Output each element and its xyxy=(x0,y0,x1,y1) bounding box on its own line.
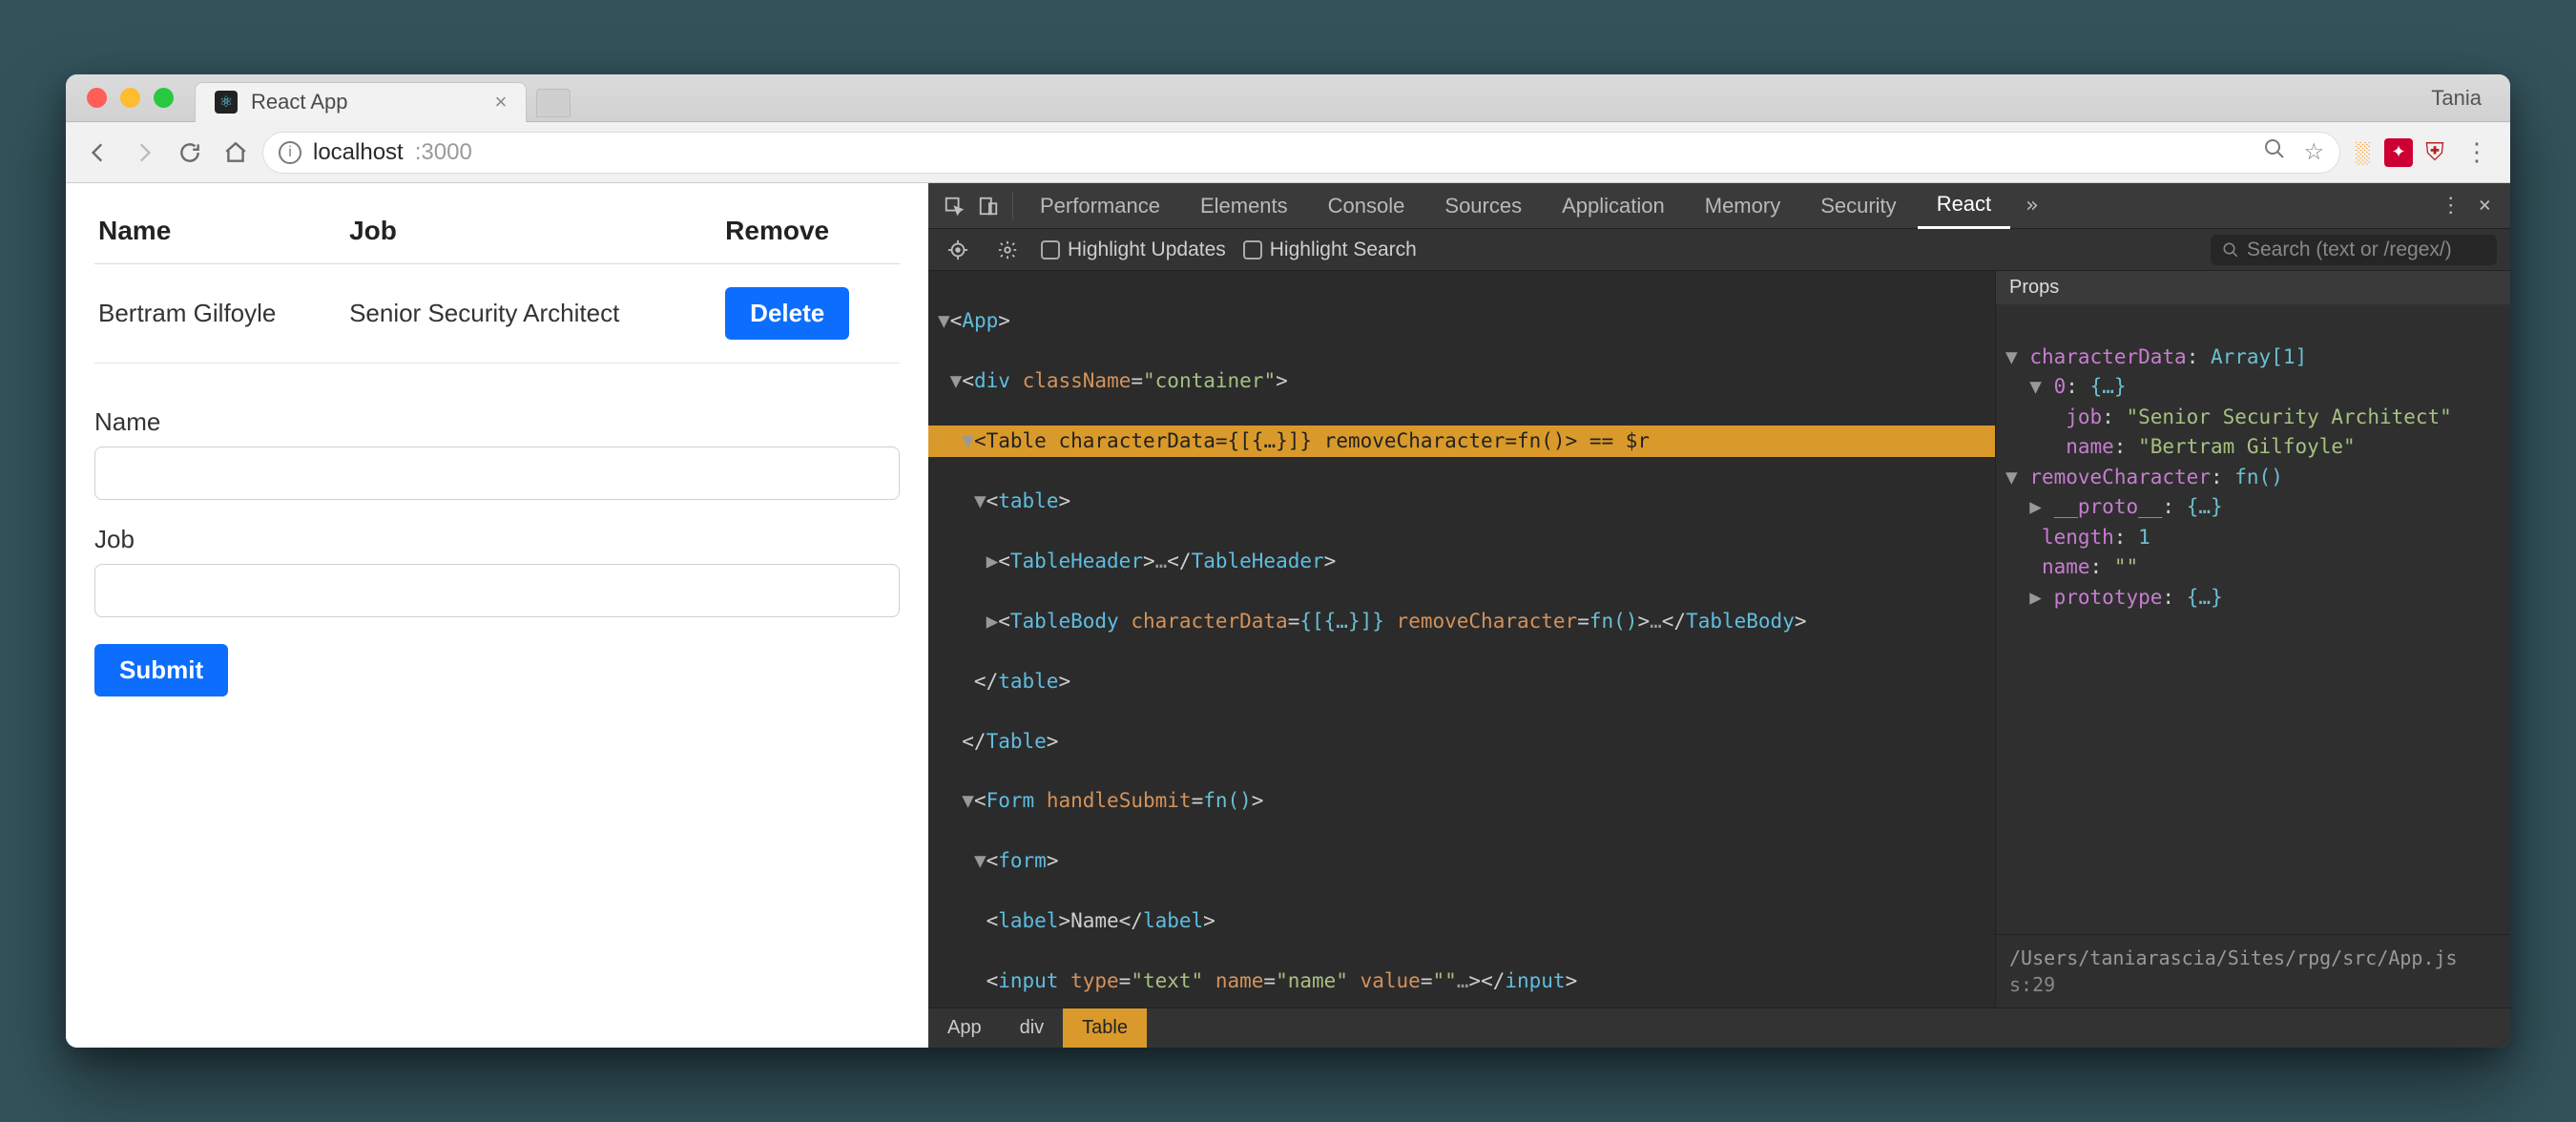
highlight-updates-checkbox[interactable]: Highlight Updates xyxy=(1041,239,1226,261)
address-bar[interactable]: i localhost :3000 ☆ xyxy=(262,132,2340,174)
minimize-window-button[interactable] xyxy=(120,88,140,108)
cell-job: Senior Security Architect xyxy=(345,264,721,364)
crumb-div[interactable]: div xyxy=(1001,1008,1064,1048)
props-panel: Props ▼ characterData: Array[1] ▼ 0: {…}… xyxy=(1995,271,2510,1008)
devtools-tab-performance[interactable]: Performance xyxy=(1021,183,1179,229)
devtools-tab-application[interactable]: Application xyxy=(1543,183,1684,229)
tab-strip: ⚛ React App × Tania xyxy=(66,74,2510,122)
reload-button[interactable] xyxy=(171,134,209,172)
devtools-panel: Performance Elements Console Sources App… xyxy=(928,183,2510,1048)
home-button[interactable] xyxy=(217,134,255,172)
source-location[interactable]: /Users/taniarascia/Sites/rpg/src/App.jss… xyxy=(1996,934,2510,1008)
content-area: Name Job Remove Bertram Gilfoyle Senior … xyxy=(66,183,2510,1048)
react-app-page: Name Job Remove Bertram Gilfoyle Senior … xyxy=(66,183,928,1048)
devtools-menu-icon[interactable]: ⋮ xyxy=(2441,194,2462,218)
name-input[interactable] xyxy=(94,447,900,500)
url-host: localhost xyxy=(313,139,404,166)
breadcrumb: App div Table xyxy=(928,1008,2510,1048)
col-remove: Remove xyxy=(721,208,900,264)
settings-gear-icon[interactable] xyxy=(991,234,1024,266)
props-body[interactable]: ▼ characterData: Array[1] ▼ 0: {…} job: … xyxy=(1996,304,2510,934)
forward-button[interactable] xyxy=(125,134,163,172)
browser-tab[interactable]: ⚛ React App × xyxy=(195,82,527,122)
new-tab-button[interactable] xyxy=(536,89,571,117)
maximize-window-button[interactable] xyxy=(154,88,174,108)
crumb-table[interactable]: Table xyxy=(1063,1008,1147,1048)
browser-toolbar: i localhost :3000 ☆ ░ ✦ ⛨ ⋮ xyxy=(66,122,2510,183)
character-table: Name Job Remove Bertram Gilfoyle Senior … xyxy=(94,208,900,364)
devtools-tab-sources[interactable]: Sources xyxy=(1425,183,1541,229)
ublock-extension-icon[interactable]: ⛨ xyxy=(2420,138,2449,167)
devtools-tab-console[interactable]: Console xyxy=(1309,183,1424,229)
devtools-tab-memory[interactable]: Memory xyxy=(1686,183,1799,229)
devtools-tabbar: Performance Elements Console Sources App… xyxy=(928,183,2510,229)
react-favicon-icon: ⚛ xyxy=(215,91,238,114)
cell-name: Bertram Gilfoyle xyxy=(94,264,345,364)
url-port: :3000 xyxy=(415,139,472,166)
props-header: Props xyxy=(1996,271,2510,304)
component-search-input[interactable]: Search (text or /regex/) xyxy=(2211,235,2497,265)
name-label: Name xyxy=(94,407,900,437)
zoom-icon[interactable] xyxy=(2263,137,2286,167)
tab-title: React App xyxy=(251,90,348,114)
table-row: Bertram Gilfoyle Senior Security Archite… xyxy=(94,264,900,364)
submit-button[interactable]: Submit xyxy=(94,644,228,696)
pinboard-extension-icon[interactable]: ✦ xyxy=(2384,138,2413,167)
profile-name[interactable]: Tania xyxy=(2431,86,2482,111)
devtools-tab-elements[interactable]: Elements xyxy=(1181,183,1307,229)
component-tree[interactable]: ▼<App> ▼<div className="container"> ▼<Ta… xyxy=(928,271,1995,1008)
device-toggle-icon[interactable] xyxy=(972,190,1005,222)
react-toolbar: Highlight Updates Highlight Search Searc… xyxy=(928,229,2510,271)
job-label: Job xyxy=(94,525,900,554)
inspect-element-icon[interactable] xyxy=(938,190,970,222)
close-window-button[interactable] xyxy=(87,88,107,108)
back-button[interactable] xyxy=(79,134,117,172)
site-info-icon[interactable]: i xyxy=(279,141,301,164)
character-form: Name Job Submit xyxy=(94,407,900,696)
browser-menu-icon[interactable]: ⋮ xyxy=(2457,137,2497,167)
target-icon[interactable] xyxy=(942,234,974,266)
delete-button[interactable]: Delete xyxy=(725,287,849,340)
selected-tree-node: ▼<Table characterData={[{…}]} removeChar… xyxy=(928,426,1995,456)
devtools-tab-react[interactable]: React xyxy=(1918,183,2010,229)
col-job: Job xyxy=(345,208,721,264)
devtools-tab-security[interactable]: Security xyxy=(1801,183,1915,229)
job-input[interactable] xyxy=(94,564,900,617)
crumb-app[interactable]: App xyxy=(928,1008,1001,1048)
close-tab-icon[interactable]: × xyxy=(495,90,508,114)
window-controls xyxy=(66,88,195,108)
col-name: Name xyxy=(94,208,345,264)
rss-extension-icon[interactable]: ░ xyxy=(2348,138,2377,167)
highlight-search-checkbox[interactable]: Highlight Search xyxy=(1243,239,1417,261)
browser-window: ⚛ React App × Tania i localhost :3000 ☆ ░… xyxy=(66,74,2510,1048)
devtools-close-icon[interactable]: × xyxy=(2479,194,2491,218)
bookmark-star-icon[interactable]: ☆ xyxy=(2303,138,2324,166)
devtools-more-tabs-icon[interactable]: » xyxy=(2016,194,2047,218)
